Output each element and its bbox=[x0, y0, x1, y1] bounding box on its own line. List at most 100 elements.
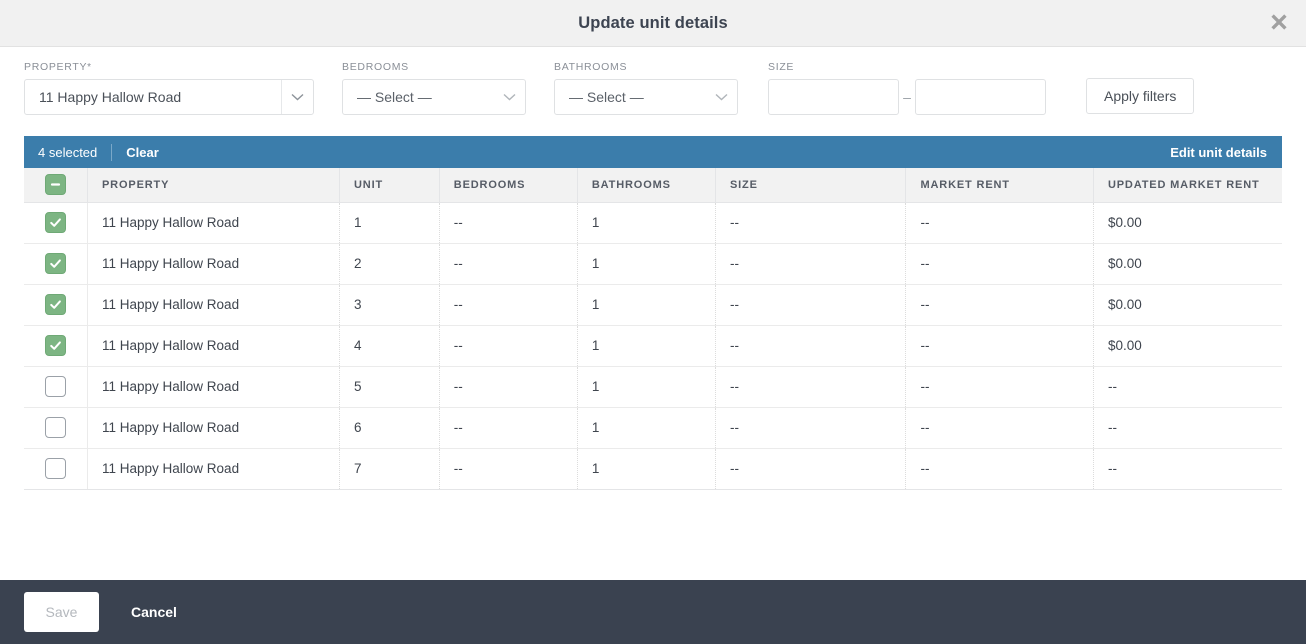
row-select-cell bbox=[24, 325, 88, 366]
table-row: 11 Happy Hallow Road2--1----$0.00 bbox=[24, 243, 1282, 284]
row-select-cell bbox=[24, 448, 88, 489]
edit-unit-details-button[interactable]: Edit unit details bbox=[1170, 145, 1270, 160]
table-row: 11 Happy Hallow Road7--1------ bbox=[24, 448, 1282, 489]
cell-market-rent: -- bbox=[906, 202, 1093, 243]
row-select-checkbox[interactable] bbox=[45, 212, 66, 233]
cell-bedrooms: -- bbox=[439, 243, 577, 284]
bedrooms-filter: BEDROOMS — Select — bbox=[342, 61, 526, 115]
chevron-down-icon[interactable] bbox=[281, 80, 313, 114]
cell-size: -- bbox=[715, 284, 906, 325]
cell-size: -- bbox=[715, 448, 906, 489]
cell-bedrooms: -- bbox=[439, 202, 577, 243]
cell-unit: 4 bbox=[340, 325, 440, 366]
units-table-body: 11 Happy Hallow Road1--1----$0.0011 Happ… bbox=[24, 202, 1282, 489]
row-select-checkbox[interactable] bbox=[45, 376, 66, 397]
cell-size: -- bbox=[715, 325, 906, 366]
cell-market-rent: -- bbox=[906, 407, 1093, 448]
cell-property: 11 Happy Hallow Road bbox=[88, 202, 340, 243]
bedrooms-select-value: — Select — bbox=[343, 89, 493, 105]
select-all-cell bbox=[24, 168, 88, 202]
cell-updated-market-rent[interactable]: $0.00 bbox=[1093, 325, 1282, 366]
row-select-checkbox[interactable] bbox=[45, 417, 66, 438]
filter-bar: PROPERTY* 11 Happy Hallow Road BEDROOMS … bbox=[0, 47, 1306, 136]
cell-bedrooms: -- bbox=[439, 325, 577, 366]
column-header-updated-market-rent[interactable]: UPDATED MARKET RENT bbox=[1093, 168, 1282, 202]
cell-updated-market-rent[interactable]: $0.00 bbox=[1093, 202, 1282, 243]
chevron-down-icon[interactable] bbox=[493, 80, 525, 114]
selection-bar: 4 selected Clear Edit unit details bbox=[24, 136, 1282, 168]
cell-unit: 2 bbox=[340, 243, 440, 284]
table-header-row: PROPERTY UNIT BEDROOMS BATHROOMS SIZE MA… bbox=[24, 168, 1282, 202]
table-row: 11 Happy Hallow Road3--1----$0.00 bbox=[24, 284, 1282, 325]
cell-updated-market-rent[interactable]: -- bbox=[1093, 407, 1282, 448]
cell-property: 11 Happy Hallow Road bbox=[88, 448, 340, 489]
modal-titlebar: Update unit details bbox=[0, 0, 1306, 47]
column-header-size[interactable]: SIZE bbox=[715, 168, 906, 202]
property-select[interactable]: 11 Happy Hallow Road bbox=[24, 79, 314, 115]
cell-property: 11 Happy Hallow Road bbox=[88, 407, 340, 448]
bathrooms-filter-label: BATHROOMS bbox=[554, 61, 738, 73]
page-title: Update unit details bbox=[578, 14, 728, 33]
units-table-area: 4 selected Clear Edit unit details PROPE… bbox=[0, 136, 1306, 580]
cell-updated-market-rent[interactable]: $0.00 bbox=[1093, 243, 1282, 284]
update-unit-details-modal: Update unit details PROPERTY* 11 Happy H… bbox=[0, 0, 1306, 644]
bedrooms-select[interactable]: — Select — bbox=[342, 79, 526, 115]
property-filter: PROPERTY* 11 Happy Hallow Road bbox=[24, 61, 314, 115]
column-header-property[interactable]: PROPERTY bbox=[88, 168, 340, 202]
clear-selection-button[interactable]: Clear bbox=[126, 145, 159, 160]
cancel-button[interactable]: Cancel bbox=[125, 603, 183, 621]
bathrooms-filter: BATHROOMS — Select — bbox=[554, 61, 738, 115]
apply-filters-wrap: Apply filters bbox=[1086, 61, 1194, 114]
row-select-cell bbox=[24, 407, 88, 448]
table-row: 11 Happy Hallow Road5--1------ bbox=[24, 366, 1282, 407]
cell-unit: 5 bbox=[340, 366, 440, 407]
selection-bar-divider bbox=[111, 144, 112, 161]
size-min-input[interactable] bbox=[768, 79, 899, 115]
chevron-down-icon[interactable] bbox=[705, 80, 737, 114]
select-all-checkbox[interactable] bbox=[45, 174, 66, 195]
row-select-checkbox[interactable] bbox=[45, 294, 66, 315]
cell-size: -- bbox=[715, 407, 906, 448]
modal-footer: Save Cancel bbox=[0, 580, 1306, 644]
row-select-checkbox[interactable] bbox=[45, 458, 66, 479]
cell-updated-market-rent[interactable]: -- bbox=[1093, 448, 1282, 489]
cell-unit: 7 bbox=[340, 448, 440, 489]
cell-bathrooms: 1 bbox=[577, 243, 715, 284]
cell-size: -- bbox=[715, 243, 906, 284]
size-range-row: – bbox=[768, 79, 1046, 115]
table-row: 11 Happy Hallow Road1--1----$0.00 bbox=[24, 202, 1282, 243]
cell-market-rent: -- bbox=[906, 284, 1093, 325]
row-select-checkbox[interactable] bbox=[45, 253, 66, 274]
size-range-separator: – bbox=[899, 89, 915, 105]
selected-count-label: 4 selected bbox=[38, 145, 97, 160]
table-row: 11 Happy Hallow Road4--1----$0.00 bbox=[24, 325, 1282, 366]
cell-bedrooms: -- bbox=[439, 448, 577, 489]
bathrooms-select[interactable]: — Select — bbox=[554, 79, 738, 115]
cell-updated-market-rent[interactable]: $0.00 bbox=[1093, 284, 1282, 325]
row-select-cell bbox=[24, 202, 88, 243]
property-filter-label-text: PROPERTY bbox=[24, 61, 87, 73]
cell-bedrooms: -- bbox=[439, 284, 577, 325]
apply-filters-button[interactable]: Apply filters bbox=[1086, 78, 1194, 114]
table-row: 11 Happy Hallow Road6--1------ bbox=[24, 407, 1282, 448]
property-filter-label: PROPERTY* bbox=[24, 61, 314, 73]
cell-size: -- bbox=[715, 366, 906, 407]
cell-updated-market-rent[interactable]: -- bbox=[1093, 366, 1282, 407]
save-button[interactable]: Save bbox=[24, 592, 99, 632]
size-max-input[interactable] bbox=[915, 79, 1046, 115]
cell-property: 11 Happy Hallow Road bbox=[88, 325, 340, 366]
units-table: PROPERTY UNIT BEDROOMS BATHROOMS SIZE MA… bbox=[24, 168, 1282, 490]
cell-unit: 6 bbox=[340, 407, 440, 448]
column-header-market-rent[interactable]: MARKET RENT bbox=[906, 168, 1093, 202]
row-select-cell bbox=[24, 366, 88, 407]
column-header-unit[interactable]: UNIT bbox=[340, 168, 440, 202]
column-header-bedrooms[interactable]: BEDROOMS bbox=[439, 168, 577, 202]
cell-market-rent: -- bbox=[906, 325, 1093, 366]
required-marker: * bbox=[87, 62, 92, 73]
row-select-checkbox[interactable] bbox=[45, 335, 66, 356]
cell-property: 11 Happy Hallow Road bbox=[88, 284, 340, 325]
bedrooms-filter-label: BEDROOMS bbox=[342, 61, 526, 73]
close-icon[interactable] bbox=[1260, 3, 1298, 41]
column-header-bathrooms[interactable]: BATHROOMS bbox=[577, 168, 715, 202]
cell-market-rent: -- bbox=[906, 243, 1093, 284]
